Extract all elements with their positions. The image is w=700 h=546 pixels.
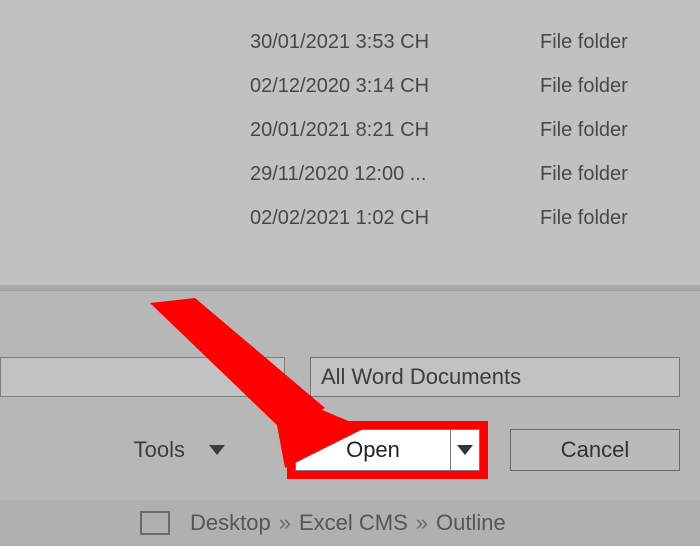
cancel-button-label: Cancel: [561, 437, 629, 463]
chevron-down-icon: [457, 445, 473, 455]
table-row[interactable]: 20/01/2021 8:21 CH File folder: [0, 108, 700, 152]
breadcrumb-sep: »: [279, 510, 291, 536]
open-split-button[interactable]: [450, 429, 480, 471]
file-type: File folder: [510, 207, 628, 230]
folder-icon: [140, 511, 170, 535]
cancel-button[interactable]: Cancel: [510, 429, 680, 471]
table-row[interactable]: 30/01/2021 3:53 CH File folder: [0, 20, 700, 64]
file-date: 02/12/2020 3:14 CH: [0, 75, 510, 98]
breadcrumb-seg[interactable]: Outline: [436, 510, 506, 536]
breadcrumb-sep: »: [416, 510, 428, 536]
file-date: 02/02/2021 1:02 CH: [0, 207, 510, 230]
dialog-footer: All Word Documents Tools Open Cancel: [0, 290, 700, 500]
breadcrumb: Desktop » Excel CMS » Outline: [0, 500, 700, 546]
file-list: 30/01/2021 3:53 CH File folder 02/12/202…: [0, 0, 700, 285]
file-type-filter-label: All Word Documents: [321, 364, 521, 390]
file-date: 29/11/2020 12:00 ...: [0, 163, 510, 186]
file-type: File folder: [510, 163, 628, 186]
file-date: 30/01/2021 3:53 CH: [0, 31, 510, 54]
table-row[interactable]: 02/02/2021 1:02 CH File folder: [0, 196, 700, 240]
file-type: File folder: [510, 75, 628, 98]
tools-menu[interactable]: Tools: [134, 437, 225, 463]
table-row[interactable]: 29/11/2020 12:00 ... File folder: [0, 152, 700, 196]
table-row[interactable]: 02/12/2020 3:14 CH File folder: [0, 64, 700, 108]
file-type: File folder: [510, 31, 628, 54]
open-button-label: Open: [346, 437, 400, 463]
tools-label: Tools: [134, 437, 185, 463]
breadcrumb-seg[interactable]: Desktop: [190, 510, 271, 536]
filename-input[interactable]: [0, 357, 285, 397]
chevron-down-icon: [209, 445, 225, 455]
open-button-group: Open: [295, 429, 480, 471]
file-type-filter[interactable]: All Word Documents: [310, 357, 680, 397]
breadcrumb-seg[interactable]: Excel CMS: [299, 510, 408, 536]
open-button[interactable]: Open: [295, 429, 450, 471]
file-type: File folder: [510, 119, 628, 142]
file-date: 20/01/2021 8:21 CH: [0, 119, 510, 142]
